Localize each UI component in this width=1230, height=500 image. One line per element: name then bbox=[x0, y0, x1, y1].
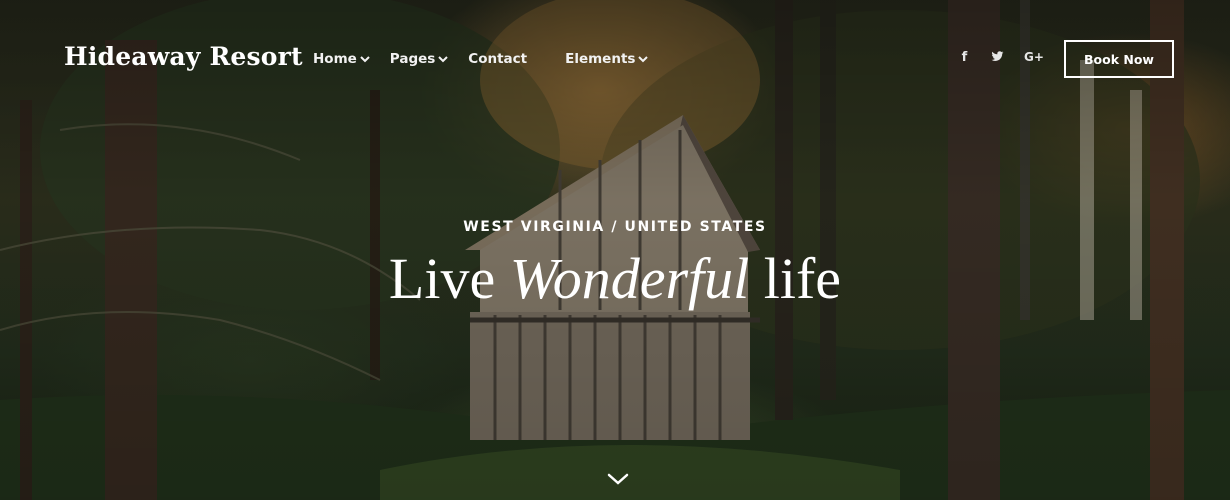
social-links: f G+ bbox=[958, 50, 1044, 65]
headline-text: Live bbox=[388, 246, 510, 311]
chevron-down-icon bbox=[638, 56, 649, 63]
nav-item-home[interactable]: Home bbox=[313, 51, 370, 67]
site-header: Hideaway Resort Home Pages Contact Eleme… bbox=[0, 0, 1230, 120]
book-now-button[interactable]: Book Now bbox=[1064, 40, 1174, 78]
twitter-icon[interactable] bbox=[991, 50, 1004, 63]
hero-kicker: WEST VIRGINIA / UNITED STATES bbox=[463, 219, 767, 235]
nav-item-elements[interactable]: Elements bbox=[565, 51, 649, 67]
nav-item-label: Contact bbox=[468, 51, 528, 67]
chevron-down-icon bbox=[360, 56, 370, 63]
hero-headline: Live Wonderful life bbox=[0, 246, 1230, 312]
nav-item-label: Home bbox=[313, 51, 357, 67]
chevron-down-icon bbox=[438, 56, 449, 63]
headline-emphasis: Wonderful bbox=[509, 246, 750, 311]
facebook-icon[interactable]: f bbox=[958, 50, 971, 65]
headline-text: life bbox=[749, 246, 842, 311]
main-nav: Home Pages Contact Elements bbox=[313, 51, 668, 67]
brand-logo[interactable]: Hideaway Resort bbox=[64, 42, 303, 71]
chevron-down-icon[interactable] bbox=[606, 470, 630, 488]
nav-item-pages[interactable]: Pages bbox=[390, 51, 449, 67]
nav-item-label: Pages bbox=[389, 51, 436, 67]
nav-item-label: Elements bbox=[565, 51, 636, 67]
google-plus-icon[interactable]: G+ bbox=[1024, 50, 1044, 65]
nav-item-contact[interactable]: Contact bbox=[468, 51, 527, 67]
